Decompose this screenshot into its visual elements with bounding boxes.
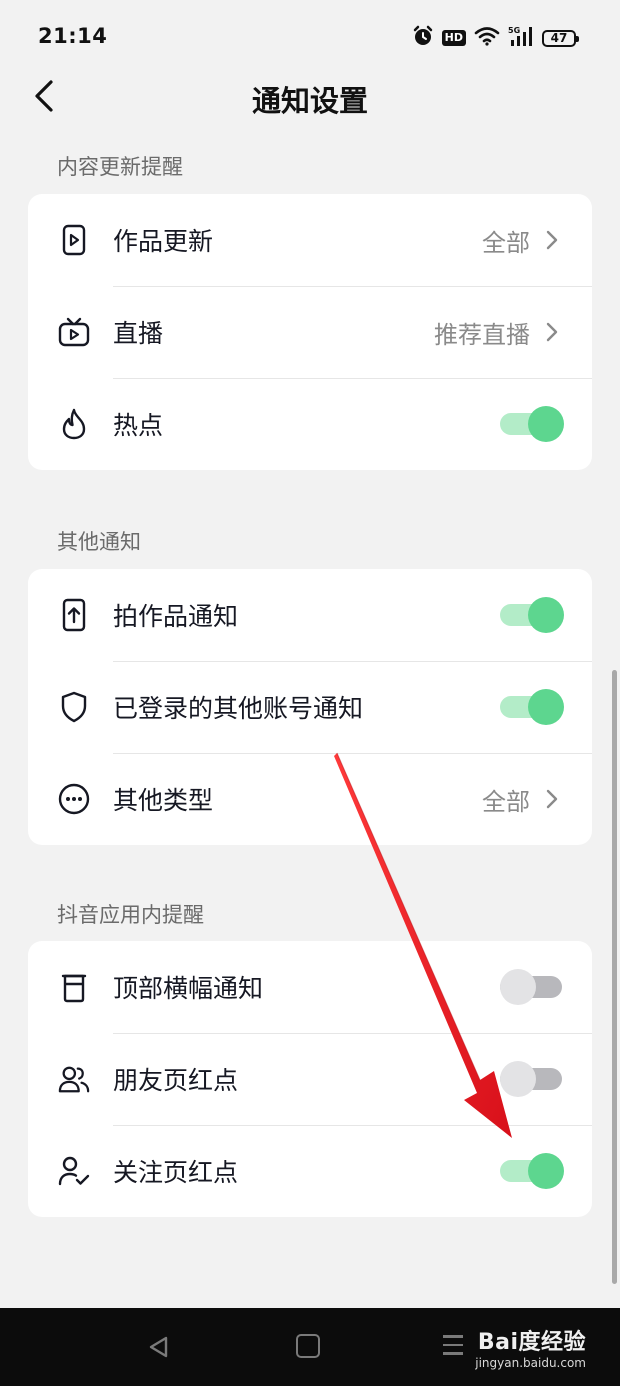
row-hot: 热点 <box>28 378 592 470</box>
card-other-notifications: 拍作品通知 已登录的其他账号通知 其他类型 全部 <box>28 569 592 845</box>
nav-back-icon[interactable] <box>148 1336 170 1358</box>
svg-text:5G: 5G <box>508 26 520 35</box>
row-label: 已登录的其他账号通知 <box>113 694 364 723</box>
row-live[interactable]: 直播 推荐直播 <box>28 286 592 378</box>
status-time: 21:14 <box>38 24 108 48</box>
chevron-right-icon <box>546 322 558 342</box>
tv-live-icon <box>58 316 90 348</box>
chevron-right-icon <box>546 789 558 809</box>
play-card-icon <box>58 224 90 256</box>
row-value: 全部 <box>482 228 530 257</box>
phone-upload-icon <box>58 598 90 632</box>
row-label: 顶部横幅通知 <box>113 974 264 1003</box>
shield-icon <box>58 691 90 723</box>
alarm-icon <box>412 25 434 51</box>
status-icons: HD 5G 47 <box>412 24 579 52</box>
row-label: 直播 <box>113 319 164 348</box>
toggle-knob <box>528 689 564 725</box>
row-label: 关注页红点 <box>113 1158 239 1187</box>
row-label: 其他类型 <box>113 786 214 815</box>
hd-badge: HD <box>441 30 466 46</box>
toggle-knob <box>528 1153 564 1189</box>
card-in-app-alerts: 顶部横幅通知 朋友页红点 关注页红点 <box>28 941 592 1217</box>
row-top-banner: 顶部横幅通知 <box>28 941 592 1033</box>
nav-header: 通知设置 <box>0 60 620 132</box>
shoot-notification-toggle[interactable] <box>500 597 564 633</box>
more-dots-icon <box>58 783 90 815</box>
hot-toggle[interactable] <box>500 406 564 442</box>
watermark-url: jingyan.baidu.com <box>475 1356 586 1370</box>
row-label: 作品更新 <box>113 227 214 256</box>
toggle-knob <box>528 597 564 633</box>
section-title-other-notifications: 其他通知 <box>57 530 141 554</box>
battery-icon: 47 <box>542 29 579 47</box>
flame-icon <box>58 408 90 440</box>
friends-icon <box>58 1063 90 1095</box>
row-label: 热点 <box>113 411 164 440</box>
page-title: 通知设置 <box>251 84 368 118</box>
user-check-icon <box>58 1155 90 1187</box>
banner-icon <box>58 971 90 1003</box>
row-label: 拍作品通知 <box>113 602 239 631</box>
toggle-knob <box>500 1061 536 1097</box>
friends-red-dot-toggle[interactable] <box>500 1061 564 1097</box>
scrollbar[interactable] <box>612 670 617 1284</box>
card-content-updates: 作品更新 全部 直播 推荐直播 热点 <box>28 194 592 470</box>
row-value: 全部 <box>482 787 530 816</box>
section-title-content-updates: 内容更新提醒 <box>57 155 183 179</box>
nav-menu-icon[interactable] <box>443 1335 463 1361</box>
other-accounts-toggle[interactable] <box>500 689 564 725</box>
chevron-right-icon <box>546 230 558 250</box>
toggle-knob <box>528 406 564 442</box>
row-other-types[interactable]: 其他类型 全部 <box>28 753 592 845</box>
follow-red-dot-toggle[interactable] <box>500 1153 564 1189</box>
wifi-icon <box>474 26 500 50</box>
row-friends-red-dot: 朋友页红点 <box>28 1033 592 1125</box>
watermark-logo: Bai度经验 <box>477 1330 586 1355</box>
row-other-accounts: 已登录的其他账号通知 <box>28 661 592 753</box>
row-shoot-notification: 拍作品通知 <box>28 569 592 661</box>
row-follow-red-dot: 关注页红点 <box>28 1125 592 1217</box>
section-title-in-app-alerts: 抖音应用内提醒 <box>57 903 204 927</box>
row-value: 推荐直播 <box>434 320 530 349</box>
row-work-updates[interactable]: 作品更新 全部 <box>28 194 592 286</box>
row-label: 朋友页红点 <box>113 1066 239 1095</box>
system-nav-bar: Bai度经验 jingyan.baidu.com <box>0 1308 620 1386</box>
nav-home-icon[interactable] <box>296 1334 320 1358</box>
top-banner-toggle[interactable] <box>500 969 564 1005</box>
signal-5g-icon: 5G <box>508 25 534 51</box>
toggle-knob <box>500 969 536 1005</box>
